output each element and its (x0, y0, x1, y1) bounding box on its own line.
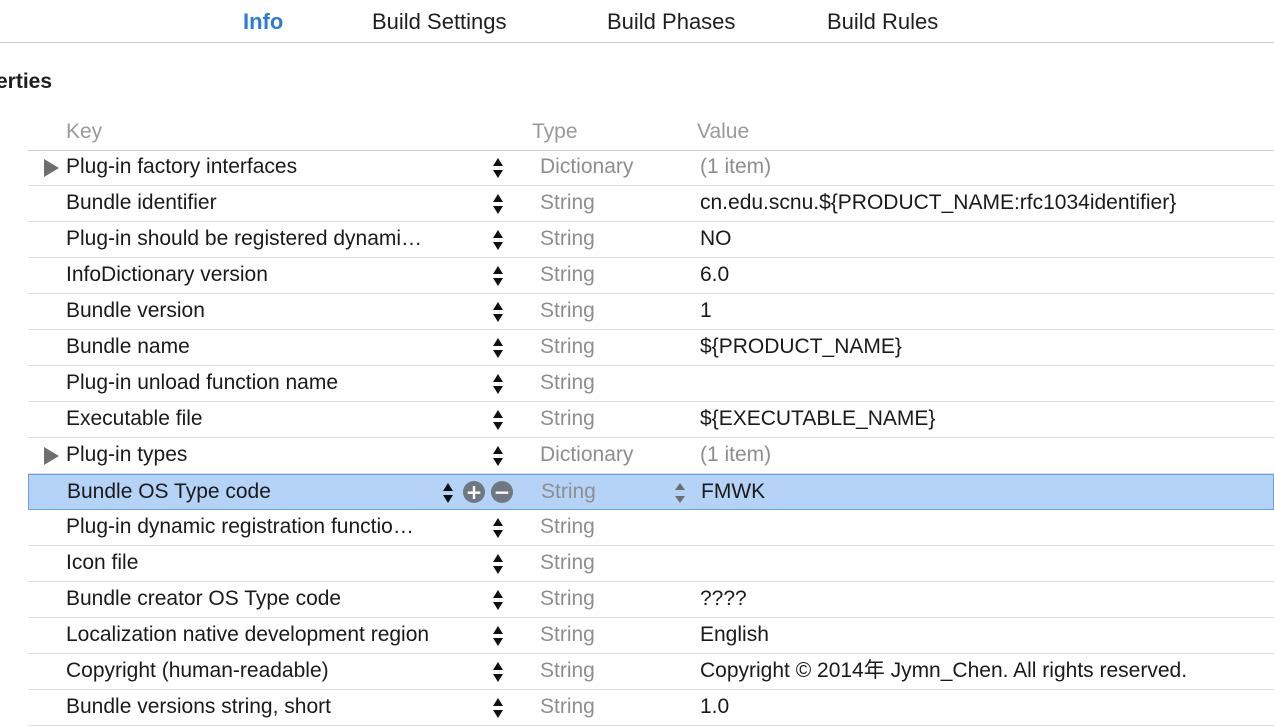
row-type[interactable]: String (540, 189, 595, 217)
row-key[interactable]: Plug-in factory interfaces (66, 153, 486, 181)
key-stepper-icon[interactable] (491, 300, 505, 324)
row-value[interactable] (700, 369, 1270, 397)
row-key[interactable]: Executable file (66, 405, 486, 433)
row-value[interactable] (700, 513, 1270, 541)
row-value[interactable]: 1 (700, 297, 1270, 325)
row-key[interactable]: Plug-in types (66, 441, 486, 469)
row-key[interactable]: Plug-in dynamic registration functio… (66, 513, 486, 541)
row-type[interactable]: String (540, 369, 595, 397)
value-stepper-icon[interactable] (673, 481, 687, 505)
row-value[interactable]: (1 item) (700, 441, 1270, 469)
row-value[interactable]: cn.edu.scnu.${PRODUCT_NAME:rfc1034identi… (700, 189, 1270, 217)
key-stepper-icon[interactable] (491, 660, 505, 684)
row-value[interactable] (700, 549, 1270, 577)
row-type[interactable]: String (540, 405, 595, 433)
row-key[interactable]: Bundle versions string, short (66, 693, 486, 721)
section-title: erties (0, 70, 53, 93)
row-key[interactable]: Bundle creator OS Type code (66, 585, 486, 613)
key-stepper-icon[interactable] (491, 336, 505, 360)
row-type[interactable]: String (540, 513, 595, 541)
tab-info[interactable]: Info (243, 8, 283, 36)
column-header-type[interactable]: Type (532, 118, 578, 146)
property-list-table: Key Type Value Plug-in factory interface… (28, 114, 1274, 726)
disclosure-triangle-icon[interactable] (44, 447, 59, 465)
table-row[interactable]: Bundle versions string, short String 1.0 (28, 690, 1274, 726)
row-value[interactable]: English (700, 621, 1270, 649)
key-stepper-icon[interactable] (491, 696, 505, 720)
row-value[interactable]: NO (700, 225, 1270, 253)
info-plist-editor: Info Build Settings Build Phases Build R… (0, 0, 1274, 726)
row-value[interactable]: ???? (700, 585, 1270, 613)
row-type[interactable]: String (540, 297, 595, 325)
row-value[interactable]: Copyright © 2014年 Jymn_Chen. All rights … (700, 657, 1270, 685)
row-key[interactable]: Bundle version (66, 297, 486, 325)
key-stepper-icon[interactable] (491, 156, 505, 180)
table-row[interactable]: Plug-in types Dictionary (1 item) (28, 438, 1274, 474)
tab-build-settings[interactable]: Build Settings (372, 8, 507, 36)
tab-build-phases[interactable]: Build Phases (607, 8, 735, 36)
row-type[interactable]: Dictionary (540, 153, 633, 181)
row-type[interactable]: Dictionary (540, 441, 633, 469)
key-stepper-icon[interactable] (441, 481, 455, 505)
table-row[interactable]: Plug-in should be registered dynami… Stri… (28, 222, 1274, 258)
row-key[interactable]: Bundle identifier (66, 189, 486, 217)
key-stepper-icon[interactable] (491, 264, 505, 288)
row-type[interactable]: String (540, 657, 595, 685)
row-key[interactable]: Icon file (66, 549, 486, 577)
tab-build-rules[interactable]: Build Rules (827, 8, 938, 36)
row-key[interactable]: InfoDictionary version (66, 261, 486, 289)
row-type[interactable]: String (540, 549, 595, 577)
row-type[interactable]: String (540, 621, 595, 649)
table-row[interactable]: Localization native development region St… (28, 618, 1274, 654)
column-header-key[interactable]: Key (66, 118, 102, 146)
row-value[interactable]: ${EXECUTABLE_NAME} (700, 405, 1270, 433)
key-stepper-icon[interactable] (491, 624, 505, 648)
table-row[interactable]: Plug-in unload function name String (28, 366, 1274, 402)
row-value[interactable]: 6.0 (700, 261, 1270, 289)
table-row[interactable]: Bundle creator OS Type code String???? (28, 582, 1274, 618)
table-row[interactable]: Bundle version String 1 (28, 294, 1274, 330)
row-value[interactable]: 1.0 (700, 693, 1270, 721)
remove-row-icon[interactable]: − (491, 481, 513, 503)
key-stepper-icon[interactable] (491, 228, 505, 252)
tab-bar: Info Build Settings Build Phases Build R… (0, 0, 1274, 43)
key-stepper-icon[interactable] (491, 372, 505, 396)
row-type[interactable]: String (540, 693, 595, 721)
row-key[interactable]: Copyright (human-readable) (66, 657, 486, 685)
key-stepper-icon[interactable] (491, 588, 505, 612)
key-stepper-icon[interactable] (491, 516, 505, 540)
table-row[interactable]: Copyright (human-readable) String Copyrigh… (28, 654, 1274, 690)
table-row[interactable]: Bundle identifier String cn.edu.scnu.${PRO… (28, 186, 1274, 222)
table-row[interactable]: Executable file String ${EXECUTABLE_NAME} (28, 402, 1274, 438)
row-key[interactable]: Plug-in should be registered dynami… (66, 225, 486, 253)
row-value[interactable]: (1 item) (700, 153, 1270, 181)
table-row[interactable]: Plug-in dynamic registration functio… Str… (28, 510, 1274, 546)
table-row[interactable]: Bundle name String ${PRODUCT_NAME} (28, 330, 1274, 366)
row-type[interactable]: String (540, 261, 595, 289)
key-stepper-icon[interactable] (491, 408, 505, 432)
table-row[interactable]: InfoDictionary version String 6.0 (28, 258, 1274, 294)
table-row[interactable]: Plug-in factory interfaces Dictionary (1 i… (28, 150, 1274, 186)
table-header: Key Type Value (28, 114, 1274, 151)
disclosure-triangle-icon[interactable] (44, 159, 59, 177)
row-value[interactable]: ${PRODUCT_NAME} (700, 333, 1270, 361)
row-key[interactable]: Bundle OS Type code (67, 478, 487, 506)
row-type[interactable]: String (541, 478, 596, 506)
table-row[interactable]: Icon file String (28, 546, 1274, 582)
column-header-value[interactable]: Value (697, 118, 749, 146)
key-stepper-icon[interactable] (491, 192, 505, 216)
table-row[interactable]: Bundle OS Type code + − String FMWK (28, 474, 1274, 510)
key-stepper-icon[interactable] (491, 552, 505, 576)
row-type[interactable]: String (540, 225, 595, 253)
row-key[interactable]: Plug-in unload function name (66, 369, 486, 397)
add-row-icon[interactable]: + (463, 481, 485, 503)
key-stepper-icon[interactable] (491, 444, 505, 468)
table-rows: Plug-in factory interfaces Dictionary (1 i… (28, 150, 1274, 726)
row-key[interactable]: Bundle name (66, 333, 486, 361)
row-type[interactable]: String (540, 333, 595, 361)
row-type[interactable]: String (540, 585, 595, 613)
row-value[interactable]: FMWK (701, 478, 1271, 506)
row-key[interactable]: Localization native development region (66, 621, 486, 649)
